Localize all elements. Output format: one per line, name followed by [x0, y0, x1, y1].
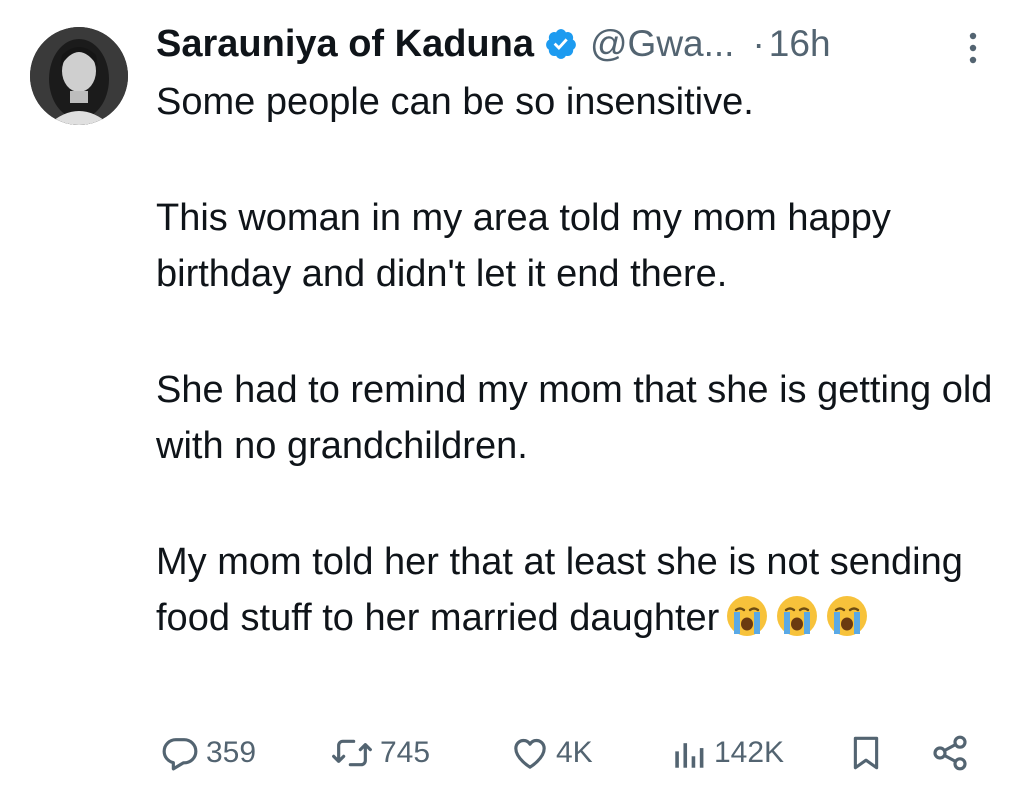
tweet-paragraph-2: This woman in my area told my mom happy … [156, 197, 891, 295]
like-button[interactable]: 4K [510, 728, 593, 778]
loudly-crying-face-icon [825, 594, 869, 638]
tweet-paragraph-3: She had to remind my mom that she is get… [156, 369, 993, 467]
repost-icon [332, 739, 372, 767]
verified-badge-icon [544, 27, 578, 61]
action-bar: 359 745 4K 142K [160, 728, 980, 778]
like-count: 4K [556, 736, 593, 769]
tweet[interactable]: Sarauniya of Kaduna @Gwa... · 16h Some p… [0, 0, 1024, 803]
tweet-header: Sarauniya of Kaduna @Gwa... · 16h [156, 18, 831, 70]
tweet-paragraph-1: Some people can be so insensitive. [156, 81, 754, 123]
repost-button[interactable]: 745 [330, 728, 430, 778]
views-button[interactable]: 142K [672, 728, 784, 778]
handle[interactable]: @Gwa... [590, 23, 734, 65]
bookmark-icon [853, 736, 879, 770]
timestamp[interactable]: 16h [769, 23, 831, 65]
avatar-image [30, 27, 128, 125]
reply-button[interactable]: 359 [160, 728, 256, 778]
view-count: 142K [714, 736, 785, 769]
loudly-crying-face-icon [725, 594, 769, 638]
repost-count: 745 [380, 736, 431, 769]
bookmark-button[interactable] [848, 728, 884, 778]
tweet-paragraph-4: My mom told her that at least she is not… [156, 534, 996, 646]
separator-dot: · [752, 23, 765, 64]
heart-icon [514, 738, 546, 769]
tweet-text: Some people can be so insensitive. This … [156, 74, 996, 646]
views-chart-icon [675, 743, 704, 768]
reply-icon [162, 738, 198, 771]
share-icon [933, 735, 967, 771]
avatar[interactable] [30, 27, 128, 125]
loudly-crying-face-icon [775, 594, 819, 638]
share-button[interactable] [930, 728, 970, 778]
reply-count: 359 [206, 736, 257, 769]
display-name[interactable]: Sarauniya of Kaduna [156, 23, 534, 66]
more-options-icon[interactable] [958, 28, 988, 68]
